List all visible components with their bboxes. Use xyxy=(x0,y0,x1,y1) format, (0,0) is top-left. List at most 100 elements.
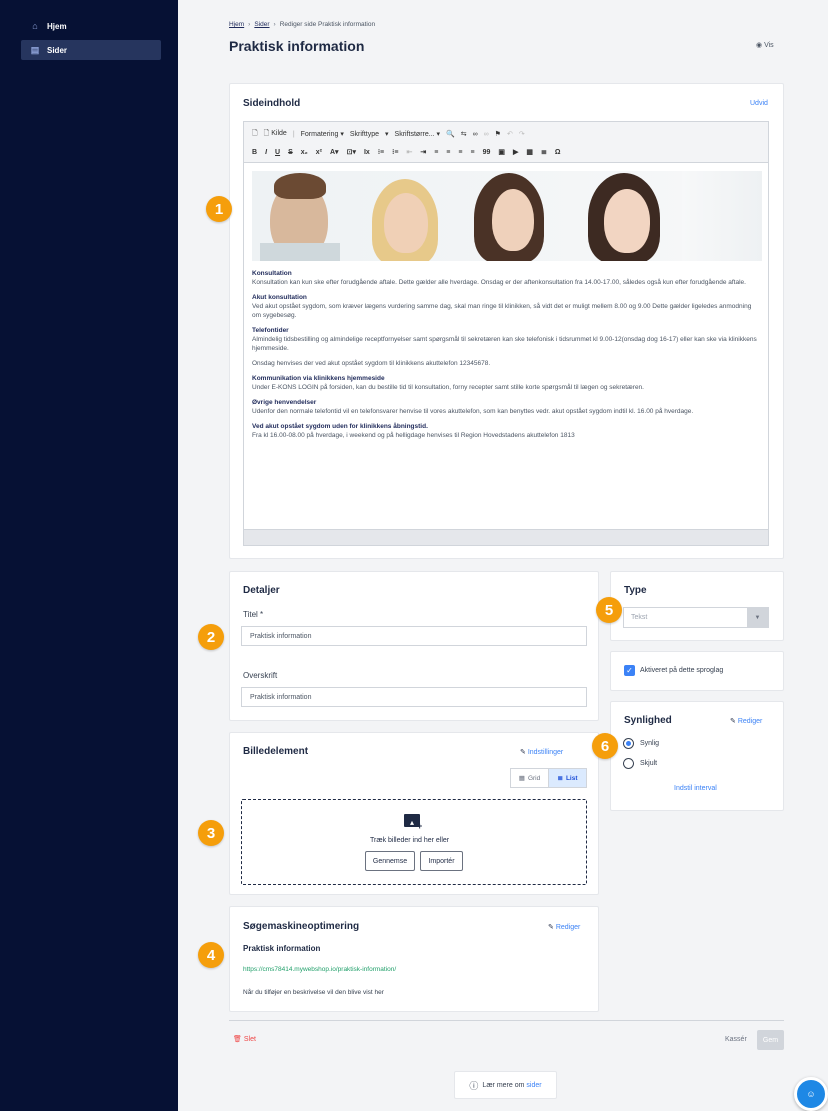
redo-icon[interactable]: ↷ xyxy=(519,130,525,138)
content-section: Telefontider Almindelig tidsbestilling og… xyxy=(252,326,762,353)
section-heading: Kommunikation via klinikkens hjemmeside xyxy=(252,375,385,382)
rich-text-editor[interactable]: Konsultation Konsultation kan kun ske eft… xyxy=(243,162,769,530)
text-color-button[interactable]: A▾ xyxy=(330,148,339,156)
horizontal-line-button[interactable]: ≣ xyxy=(541,148,547,156)
bulleted-list-button[interactable]: ⁝≡ xyxy=(392,148,398,156)
language-checkbox[interactable]: ✓ xyxy=(624,665,635,676)
eye-icon: ◉ xyxy=(756,42,763,49)
toolbar-row-2: B I U S x₂ x² A▾ ⊡▾ Ix ⁝≡ ⁝≡ ⇤ ⇥ ≡ ≡ ≡ ≡… xyxy=(252,145,561,159)
plus-icon: + xyxy=(417,821,423,831)
content-section: Konsultation Konsultation kan kun ske eft… xyxy=(252,269,762,287)
list-toggle-button[interactable]: ≣ List xyxy=(549,769,586,787)
align-left-button[interactable]: ≡ xyxy=(434,149,438,156)
align-center-button[interactable]: ≡ xyxy=(446,149,450,156)
section-body: Ved akut opstået sygdom, som kræver læge… xyxy=(252,303,752,319)
font-dropdown[interactable]: Skrifttype xyxy=(350,131,379,138)
person-face xyxy=(384,193,428,253)
set-interval-link[interactable]: Indstil interval xyxy=(674,785,717,792)
editor-statusbar xyxy=(243,529,769,546)
outdent-button[interactable]: ⇤ xyxy=(406,148,412,156)
learn-more-box[interactable]: ⓘ Lær mere om sider xyxy=(454,1071,557,1099)
seo-edit-link[interactable]: ✎ Rediger xyxy=(548,923,580,931)
heading-input[interactable]: Praktisk information xyxy=(241,687,587,707)
special-char-button[interactable]: Ω xyxy=(555,149,561,156)
table-button[interactable]: ▦ xyxy=(526,148,533,156)
type-card xyxy=(610,571,784,641)
grid-icon: ▦ xyxy=(518,775,525,782)
justify-button[interactable]: ≡ xyxy=(470,149,474,156)
subscript-button[interactable]: x₂ xyxy=(301,149,308,156)
pencil-icon: ✎ xyxy=(730,718,736,725)
visibility-edit-link[interactable]: ✎ Rediger xyxy=(730,717,762,725)
underline-button[interactable]: U xyxy=(275,149,280,156)
section-body: Konsultation kan kun ske efter forudgåen… xyxy=(252,279,746,286)
sidebar-item-hjem[interactable]: ⌂ Hjem xyxy=(21,16,161,36)
image-button[interactable]: ▣ xyxy=(498,148,505,156)
source-button[interactable]: 🗋 Kilde xyxy=(264,129,287,140)
link-icon[interactable]: ∞ xyxy=(473,131,478,138)
breadcrumb-pages-link[interactable]: Sider xyxy=(254,21,269,28)
new-page-icon[interactable]: 🗋 xyxy=(252,129,258,140)
blockquote-button[interactable]: 99 xyxy=(483,149,491,156)
align-right-button[interactable]: ≡ xyxy=(458,149,462,156)
background-color-button[interactable]: ⊡▾ xyxy=(347,148,356,156)
superscript-button[interactable]: x² xyxy=(316,149,322,156)
section-heading: Ved akut opstået sygdom uden for klinikk… xyxy=(252,423,428,430)
learn-more-link[interactable]: sider xyxy=(526,1082,541,1089)
type-select-value: Tekst xyxy=(631,614,648,621)
breadcrumb-home-link[interactable]: Hjem xyxy=(229,21,244,28)
strikethrough-button[interactable]: S xyxy=(288,149,293,156)
grid-label: Grid xyxy=(527,774,541,782)
content-section: Øvrige henvendelser Udenfor den normale t… xyxy=(252,398,762,416)
anchor-icon[interactable]: ⚑ xyxy=(495,130,501,138)
sidebar: ⌂ Hjem ▤ Sider xyxy=(0,0,178,1111)
list-label: List xyxy=(565,774,578,782)
footer-divider xyxy=(229,1020,784,1021)
replace-icon[interactable]: ⇆ xyxy=(461,130,467,138)
content-section: Onsdag henvises der ved akut opstået syg… xyxy=(252,359,762,368)
chat-bubble-icon[interactable]: ☺ xyxy=(794,1077,828,1111)
indent-button[interactable]: ⇥ xyxy=(420,148,426,156)
visibility-edit-label: Rediger xyxy=(737,718,763,725)
find-icon[interactable]: 🔍 xyxy=(446,130,455,138)
info-icon: ⓘ xyxy=(469,1080,479,1091)
sidebar-item-sider[interactable]: ▤ Sider xyxy=(21,40,161,60)
visible-radio-label: Synlig xyxy=(640,740,660,747)
import-button[interactable]: Importér xyxy=(420,851,463,871)
content-section: Ved akut opstået sygdom uden for klinikk… xyxy=(252,422,762,440)
italic-button[interactable]: I xyxy=(265,149,267,156)
image-settings-link[interactable]: ✎ Indstillinger xyxy=(520,748,563,756)
title-input[interactable]: Praktisk information xyxy=(241,626,587,646)
section-heading: Akut konsultation xyxy=(252,294,307,301)
page-title: Praktisk information xyxy=(229,38,365,54)
heading-field-label: Overskrift xyxy=(243,671,278,680)
save-button[interactable]: Gem xyxy=(757,1030,784,1050)
video-button[interactable]: ▶ xyxy=(513,148,518,156)
editor-toolbar: 🗋 🗋 Kilde | Formatering ▾ Skrifttype ▾ S… xyxy=(243,121,769,163)
home-icon: ⌂ xyxy=(32,21,38,31)
content-card-title: Sideindhold xyxy=(243,98,301,109)
seo-edit-label: Rediger xyxy=(555,924,581,931)
source-label: Kilde xyxy=(271,129,287,137)
header-photo xyxy=(252,171,762,261)
image-card-title: Billedelement xyxy=(243,746,309,757)
remove-format-button[interactable]: Ix xyxy=(364,149,370,156)
font-dropdown-arrow[interactable]: ▾ xyxy=(385,130,389,138)
expand-link[interactable]: Udvid xyxy=(750,100,768,107)
unlink-icon[interactable]: ∞ xyxy=(484,131,489,138)
format-dropdown[interactable]: Formatering ▾ xyxy=(301,130,344,138)
visible-radio[interactable] xyxy=(623,738,634,749)
hidden-radio[interactable] xyxy=(623,758,634,769)
delete-button[interactable]: 🗑 Slet xyxy=(233,1035,256,1043)
numbered-list-button[interactable]: ⁝≡ xyxy=(378,148,384,156)
discard-button[interactable]: Kassér xyxy=(725,1036,747,1043)
bold-button[interactable]: B xyxy=(252,149,257,156)
undo-icon[interactable]: ↶ xyxy=(507,130,513,138)
grid-toggle-button[interactable]: ▦ Grid xyxy=(511,769,549,787)
annotation-badge-6: 6 xyxy=(592,733,618,759)
browse-button[interactable]: Gennemse xyxy=(365,851,415,871)
breadcrumb-current: Rediger side Praktisk information xyxy=(279,21,376,28)
font-size-dropdown[interactable]: Skriftstørre... ▾ xyxy=(395,130,441,138)
type-select[interactable]: Tekst ▼ xyxy=(623,607,769,628)
view-link[interactable]: ◉ Vis xyxy=(756,41,774,49)
